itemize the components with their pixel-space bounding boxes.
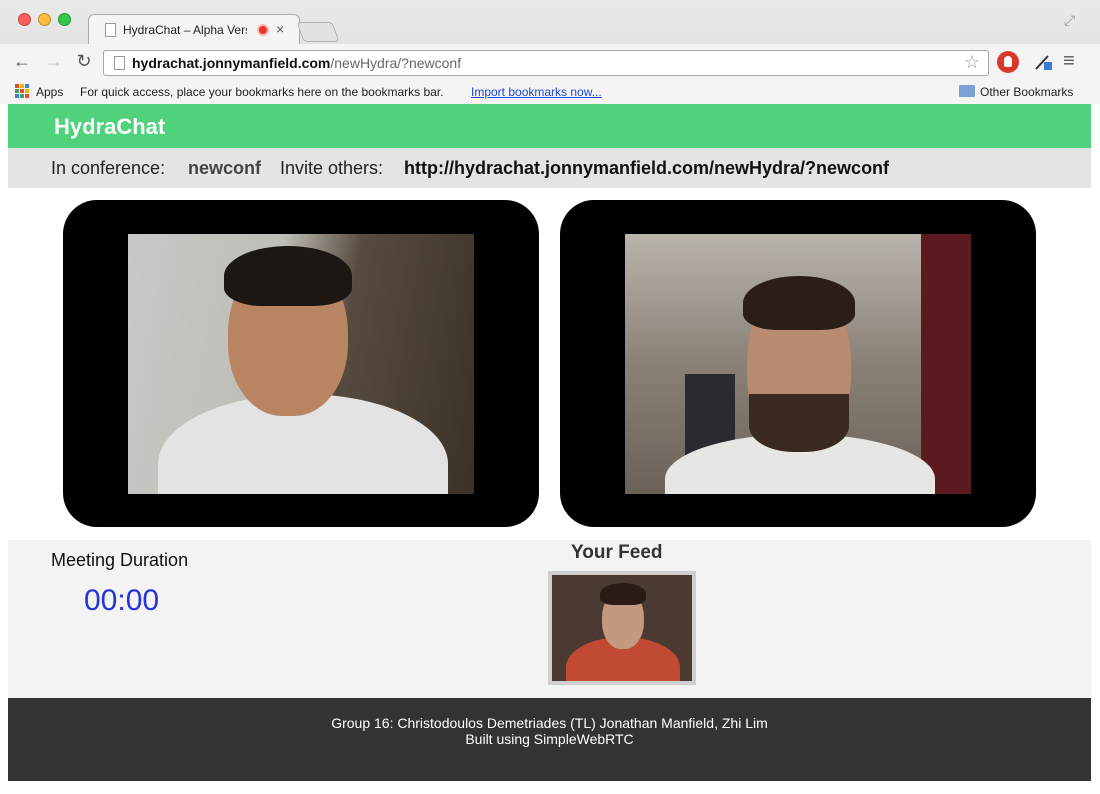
meeting-panel: Meeting Duration 00:00 Your Feed — [8, 540, 1091, 698]
zoom-window-button[interactable] — [58, 13, 71, 26]
forward-icon[interactable]: → — [44, 51, 64, 72]
apps-grid-icon[interactable] — [15, 84, 29, 98]
url-path: /newHydra/?newconf — [330, 55, 462, 71]
conference-name: newconf — [188, 158, 262, 178]
bookmarks-hint: For quick access, place your bookmarks h… — [80, 85, 444, 99]
invite-url[interactable]: http://hydrachat.jonnymanfield.com/newHy… — [404, 158, 889, 179]
your-feed-title: Your Feed — [571, 542, 663, 563]
folder-icon — [959, 85, 975, 97]
new-tab-button[interactable] — [296, 22, 340, 42]
adblock-extension-icon[interactable] — [997, 51, 1019, 73]
remote-video[interactable] — [128, 234, 474, 494]
remote-video-frame — [63, 200, 539, 527]
reload-icon[interactable]: ↻ — [74, 51, 94, 72]
remote-video[interactable] — [625, 234, 971, 494]
built-with-text: Built using SimpleWebRTC — [465, 731, 634, 747]
page-content: HydraChat In conference: newconf Invite … — [8, 104, 1091, 781]
remote-video-frame — [560, 200, 1036, 527]
tab-strip: HydraChat – Alpha Vers × ⤢ — [0, 0, 1100, 44]
eyedropper-extension-icon[interactable] — [1032, 51, 1054, 73]
page-footer: Group 16: Christodoulos Demetriades (TL)… — [8, 698, 1091, 781]
minimize-window-button[interactable] — [38, 13, 51, 26]
page-icon — [105, 23, 116, 37]
browser-tab[interactable]: HydraChat – Alpha Vers × — [88, 14, 300, 44]
app-brand[interactable]: HydraChat — [54, 114, 165, 140]
back-icon[interactable]: ← — [12, 51, 32, 72]
invite-label: Invite others: — [280, 158, 384, 178]
other-bookmarks-link[interactable]: Other Bookmarks — [980, 85, 1073, 99]
app-header: HydraChat — [8, 104, 1091, 148]
url-host: hydrachat.jonnymanfield.com — [132, 55, 331, 71]
conference-label: In conference: — [51, 158, 166, 178]
import-bookmarks-link[interactable]: Import bookmarks now... — [471, 85, 602, 99]
address-bar[interactable]: hydrachat.jonnymanfield.com/newHydra/?ne… — [103, 50, 989, 76]
page-icon — [114, 56, 125, 70]
tab-title: HydraChat – Alpha Vers — [123, 23, 247, 37]
browser-chrome: HydraChat – Alpha Vers × ⤢ ← → ↻ hydrach… — [0, 0, 1100, 104]
apps-link[interactable]: Apps — [36, 85, 63, 99]
meeting-duration-label: Meeting Duration — [51, 550, 189, 570]
close-window-button[interactable] — [18, 13, 31, 26]
local-video[interactable] — [548, 571, 696, 685]
bookmarks-bar: Apps For quick access, place your bookma… — [0, 80, 1100, 104]
fullscreen-icon[interactable]: ⤢ — [1064, 12, 1075, 29]
recording-icon — [257, 24, 269, 36]
close-tab-icon[interactable]: × — [276, 21, 284, 37]
menu-icon[interactable]: ≡ — [1063, 50, 1075, 73]
bookmark-star-icon[interactable]: ☆ — [964, 52, 980, 73]
credits-text: Group 16: Christodoulos Demetriades (TL)… — [331, 715, 768, 731]
meeting-duration-value: 00:00 — [84, 584, 160, 617]
url-text[interactable]: hydrachat.jonnymanfield.com/newHydra/?ne… — [132, 55, 461, 71]
conference-bar: In conference: newconf Invite others: ht… — [8, 148, 1091, 188]
